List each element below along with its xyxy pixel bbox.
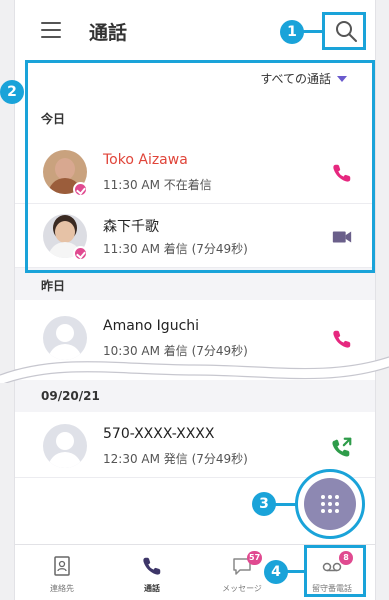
nav-label: 通話: [144, 584, 160, 593]
phone-icon[interactable]: [331, 328, 353, 350]
avatar: [43, 424, 87, 468]
annotation-number-4: 4: [264, 560, 288, 584]
section-yesterday: 昨日: [41, 279, 66, 293]
annotation-number-3: 3: [252, 492, 276, 516]
page-title: 通話: [89, 22, 128, 44]
section-break-wave: [0, 356, 389, 383]
call-meta: 12:30 AM 発信 (7分49秒): [103, 452, 248, 466]
phone-icon: [143, 557, 161, 575]
annotation-box-1: [322, 12, 366, 50]
nav-contacts[interactable]: 連絡先: [17, 545, 107, 600]
nav-label: 連絡先: [50, 584, 74, 593]
call-row[interactable]: 570-XXXX-XXXX 12:30 AM 発信 (7分49秒): [15, 414, 375, 478]
contacts-icon: [54, 556, 70, 576]
annotation-number-1: 1: [280, 20, 304, 44]
caller-name: Amano Iguchi: [103, 318, 200, 334]
annotation-connector-4: [286, 570, 304, 573]
section-date: 09/20/21: [41, 389, 100, 403]
dialpad-icon: [321, 495, 339, 513]
annotation-box-4: [304, 545, 366, 597]
caller-name: 570-XXXX-XXXX: [103, 426, 215, 442]
nav-label: メッセージ: [222, 584, 262, 593]
outgoing-call-icon[interactable]: [331, 436, 353, 458]
dialpad-button[interactable]: [295, 469, 365, 539]
menu-icon[interactable]: [41, 22, 61, 38]
annotation-connector-3: [274, 503, 296, 506]
dialpad-fab-inner: [304, 478, 356, 530]
nav-calls[interactable]: 通話: [107, 545, 197, 600]
annotation-box-2: [25, 60, 375, 273]
unread-badge: 57: [247, 551, 263, 565]
annotation-number-2: 2: [0, 80, 24, 104]
